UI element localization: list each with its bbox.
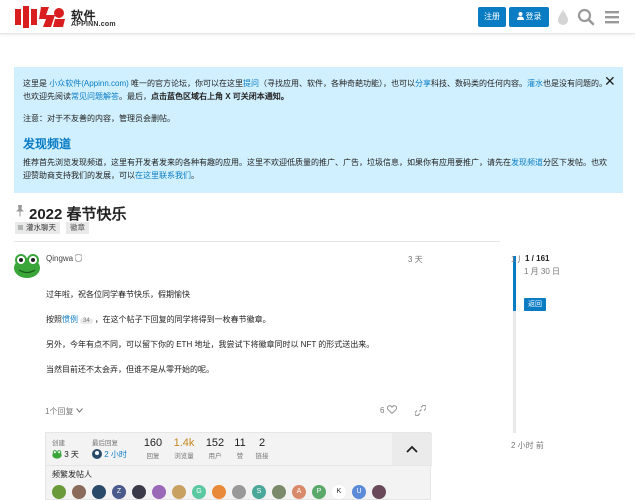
notice-paragraph-discover: 推荐首先浏览发现频道，这里有开发者发来的各种有趣的应用。这里不欢迎低质量的推广、… [23, 158, 607, 180]
replies-toggle[interactable]: 1个回复 [45, 406, 83, 417]
poster-avatar[interactable] [232, 485, 246, 499]
notice-paragraph-rules: 注意：对于不友善的内容，管理员会删帖。 [23, 114, 175, 123]
poster-avatar[interactable]: U [352, 485, 366, 499]
site-notice-banner: ✕ 这里是 小众软件(Appinn.com) 唯一的官方论坛，你可以在这里提问（… [14, 67, 623, 193]
frequent-posters-label: 频繁发帖人 [52, 470, 92, 479]
topic-summary: 创建 3 天 最后回复 2 小时 160 回复 1.4k 浏览量 152 用户 11 赞… [45, 432, 432, 500]
summary-divider [46, 465, 432, 466]
last-reply-info: 最后回复 2 小时 [92, 440, 127, 459]
avatar [52, 450, 62, 459]
share-link[interactable]: 分享 [415, 79, 431, 88]
category-badge[interactable]: 灌水聊天 [15, 222, 60, 234]
appinn-link[interactable]: 小众软件(Appinn.com) [49, 79, 129, 88]
avatar[interactable] [13, 251, 41, 279]
site-logo[interactable]: 软件 APPINN.com [11, 3, 123, 31]
poster-avatar[interactable]: K [332, 485, 346, 499]
stat-links: 2 链接 [255, 437, 269, 460]
faq-link[interactable]: 常见问题解答 [71, 92, 119, 101]
chat-link[interactable]: 灌水 [527, 79, 543, 88]
poster-avatar[interactable]: A [292, 485, 306, 499]
like-count: 6 [380, 406, 385, 415]
contact-link[interactable]: 在这里联系我们 [135, 171, 191, 180]
poster-avatar[interactable] [212, 485, 226, 499]
stat-likes: 11 赞 [234, 437, 246, 460]
drop-icon[interactable] [553, 7, 573, 27]
brand-name-en: APPINN.com [71, 21, 116, 28]
ask-link[interactable]: 提问 [243, 79, 259, 88]
stat-views: 1.4k 浏览量 [173, 437, 195, 460]
user-icon [516, 12, 524, 20]
post-line: 另外，今年有点不同，可以留下你的 ETH 地址，我尝试下将徽章同时以 NFT 的… [46, 340, 375, 349]
poster-avatar[interactable]: G [192, 485, 206, 499]
poster-avatar[interactable] [132, 485, 146, 499]
appinn-logo-mark [15, 6, 65, 28]
post-username[interactable]: Qingwa [46, 254, 83, 263]
tag-badge[interactable]: 徽章 [66, 222, 89, 234]
category-color-square [18, 225, 23, 230]
like-button[interactable]: 6 [380, 405, 398, 415]
login-label: 登录 [525, 12, 542, 21]
post-line: 按照惯例 34 ，在这个帖子下回复的同学将得到一枚春节徽章。 [46, 315, 271, 324]
convention-link[interactable]: 惯例 [62, 315, 78, 324]
post-line: 当然目前还不太会弄，但谁不是从零开始的呢。 [46, 365, 214, 374]
poster-avatar[interactable]: Z [112, 485, 126, 499]
topic-title[interactable]: 2022 春节快乐 [29, 203, 127, 224]
timeline-post-count: 1 / 161 [525, 254, 550, 263]
site-header: 软件 APPINN.com 注册 登录 [0, 0, 635, 34]
poster-avatar[interactable] [72, 485, 86, 499]
poster-avatar[interactable] [372, 485, 386, 499]
poster-avatar[interactable]: S [252, 485, 266, 499]
notice-paragraph-intro: 这里是 小众软件(Appinn.com) 唯一的官方论坛，你可以在这里提问（寻找… [23, 79, 608, 101]
post-date[interactable]: 3 天 [408, 254, 423, 265]
stat-replies: 160 回复 [143, 437, 163, 460]
chevron-down-icon [75, 408, 83, 413]
avatar [92, 449, 102, 459]
timeline-back-button[interactable]: 返回 [524, 298, 546, 311]
poster-avatar[interactable] [92, 485, 106, 499]
signup-button[interactable]: 注册 [478, 7, 506, 27]
poster-avatar[interactable] [272, 485, 286, 499]
pin-icon [16, 205, 24, 217]
search-icon[interactable] [576, 7, 596, 27]
poster-avatar[interactable] [172, 485, 186, 499]
timeline-end-date[interactable]: 2 小时 前 [511, 440, 544, 451]
stat-users: 152 用户 [205, 437, 225, 460]
menu-icon[interactable] [602, 7, 622, 27]
chevron-up-icon [406, 445, 418, 453]
link-icon[interactable] [415, 405, 426, 416]
post-line: 过年啦，祝各位同学春节快乐，假期愉快 [46, 290, 190, 299]
discover-link[interactable]: 发现频道 [511, 158, 543, 167]
poster-avatar[interactable]: P [312, 485, 326, 499]
shield-icon [75, 254, 83, 262]
notice-heading: 发现频道 [23, 137, 72, 151]
poster-avatar[interactable] [152, 485, 166, 499]
created-info: 创建 3 天 [52, 440, 79, 459]
link-click-count: 34 [80, 318, 93, 324]
topic-divider [14, 241, 500, 242]
login-button[interactable]: 登录 [509, 7, 549, 27]
heart-icon [387, 405, 398, 414]
timeline-current-date: 1 月 30 日 [524, 267, 561, 276]
summary-collapse-button[interactable] [392, 433, 432, 465]
poster-avatar[interactable] [52, 485, 66, 499]
